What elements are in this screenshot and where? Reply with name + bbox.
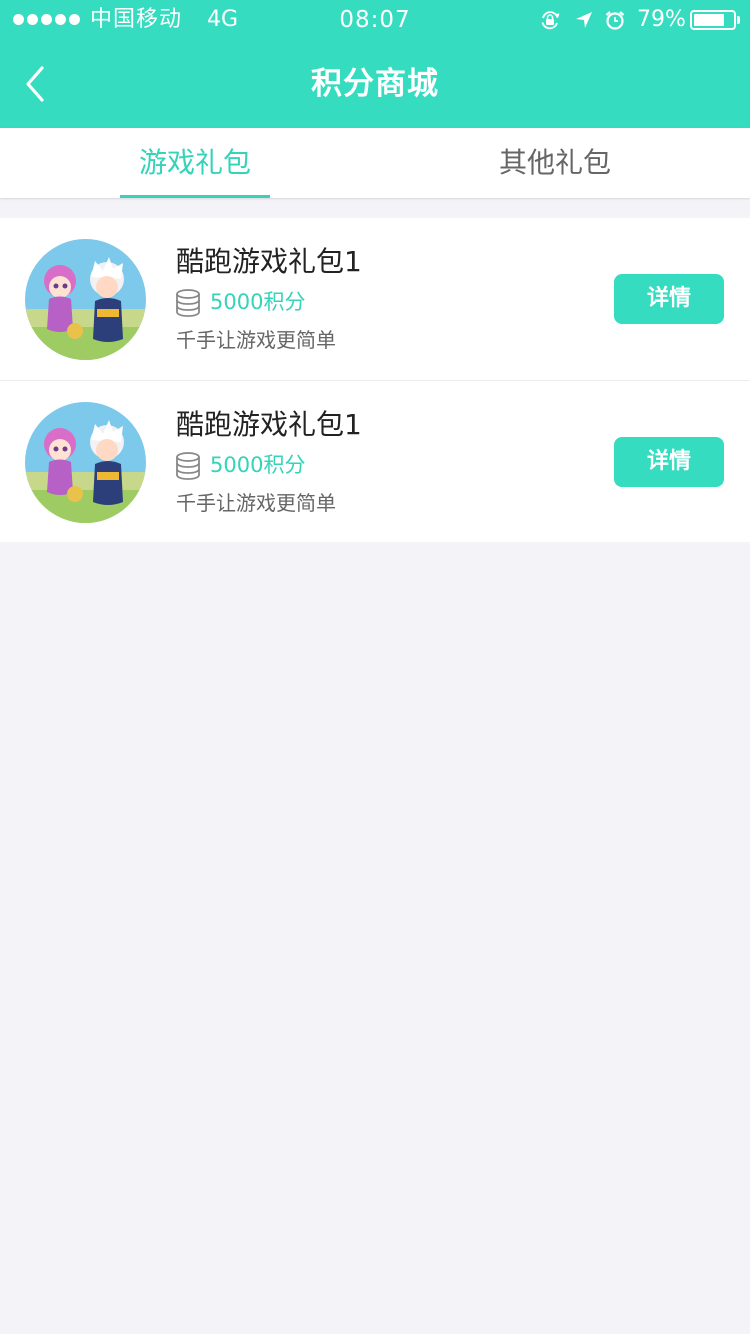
battery-percent: 79%: [637, 7, 686, 32]
gift-list-item: 酷跑游戏礼包1 5000积分 千手让游戏更简单 详情: [0, 380, 750, 542]
details-button[interactable]: 详情: [614, 437, 724, 487]
location-arrow-icon: [576, 12, 592, 28]
tab-game-gifts[interactable]: 游戏礼包: [95, 128, 295, 198]
app-header: 中国移动 4G 08:07 79% 积分商城: [0, 0, 750, 128]
rotation-lock-icon: [541, 11, 560, 30]
page-title: 积分商城: [311, 66, 439, 102]
alarm-clock-icon: [605, 11, 625, 30]
coin-stack-icon: [176, 289, 200, 317]
active-tab-indicator: [120, 195, 270, 198]
gift-list: 酷跑游戏礼包1 5000积分 千手让游戏更简单 详情 酷跑游戏礼包1 5000积…: [0, 218, 750, 542]
gift-description: 千手让游戏更简单: [176, 491, 336, 515]
battery-tip: [737, 16, 740, 24]
status-bar: 中国移动 4G 08:07 79%: [0, 0, 750, 40]
nav-bar: 积分商城: [0, 40, 750, 128]
game-avatar: [25, 239, 146, 360]
gift-title: 酷跑游戏礼包1: [176, 408, 362, 441]
gift-points: 5000积分: [210, 453, 306, 477]
game-avatar: [25, 402, 146, 523]
coin-stack-icon: [176, 452, 200, 480]
tab-bar: 游戏礼包 其他礼包: [0, 128, 750, 198]
details-button[interactable]: 详情: [614, 274, 724, 324]
gift-points: 5000积分: [210, 290, 306, 314]
gift-list-item: 酷跑游戏礼包1 5000积分 千手让游戏更简单 详情: [0, 218, 750, 380]
tab-other-gifts[interactable]: 其他礼包: [455, 128, 655, 198]
battery-icon: [690, 10, 736, 30]
gift-description: 千手让游戏更简单: [176, 328, 336, 352]
gift-title: 酷跑游戏礼包1: [176, 245, 362, 278]
